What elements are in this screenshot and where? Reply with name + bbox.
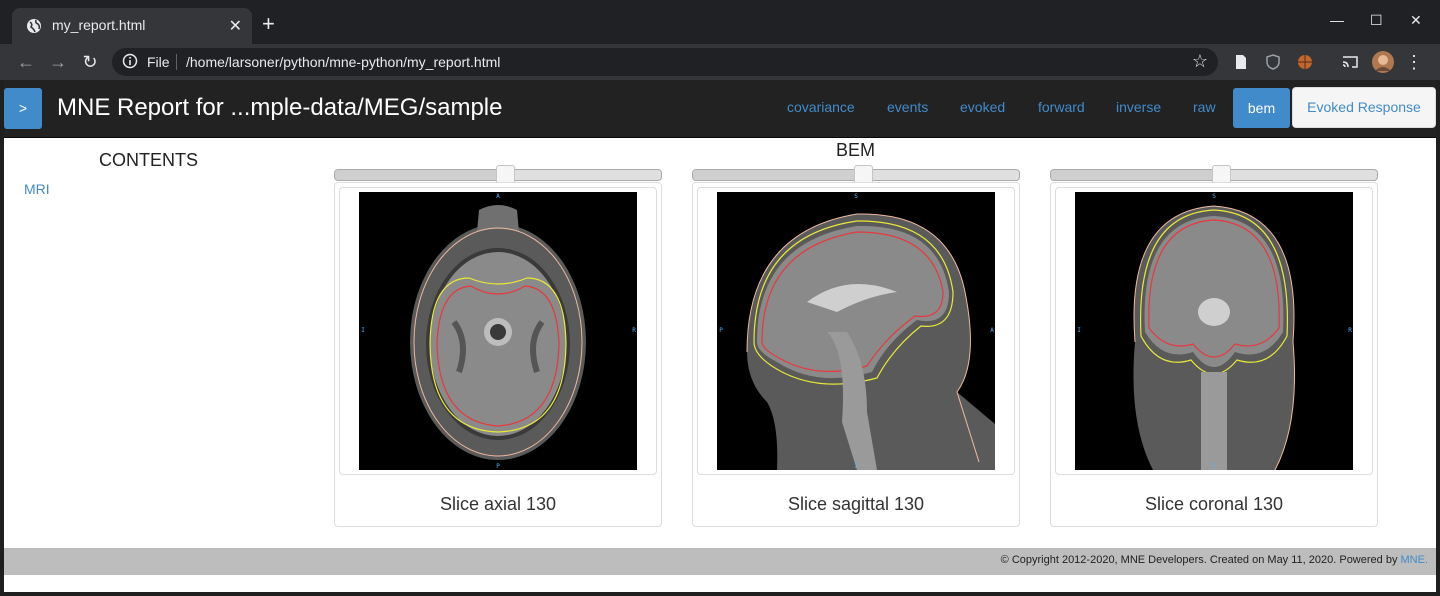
slice-caption: Slice axial 130 <box>439 494 557 514</box>
extension-ball-icon[interactable] <box>1296 53 1314 71</box>
footer-text: © Copyright 2012-2020, MNE Developers. C… <box>1001 554 1428 566</box>
menu-kebab-icon[interactable]: ⋮ <box>1403 51 1425 73</box>
orient-top: A <box>496 193 500 200</box>
info-icon[interactable] <box>122 53 138 69</box>
minimize-icon[interactable]: — <box>1330 12 1344 28</box>
section-title: BEM <box>836 140 876 160</box>
document-icon[interactable] <box>1232 53 1250 71</box>
nav-covariance[interactable]: covariance <box>787 99 855 115</box>
mri-slice-image: A P I R <box>359 192 637 470</box>
maximize-icon[interactable]: ☐ <box>1370 12 1383 29</box>
avatar[interactable] <box>1372 51 1394 73</box>
forward-icon[interactable]: → <box>47 51 69 73</box>
bem-panel-coronal: S I I R Slice coronal 130 <box>1050 182 1378 527</box>
bem-image-frame: S I P A <box>697 187 1015 475</box>
slice-caption: Slice sagittal 130 <box>787 494 925 514</box>
nav-events[interactable]: events <box>887 99 928 115</box>
nav-raw[interactable]: raw <box>1193 99 1216 115</box>
browser-toolbar: ← → ↻ File /home/larsoner/python/mne-pyt… <box>0 44 1440 80</box>
orient-bottom: I <box>854 463 858 470</box>
orient-bottom: I <box>1212 463 1216 470</box>
mri-slice-image: S I P A <box>717 192 995 470</box>
mri-slice-image: S I I R <box>1075 192 1353 470</box>
toc-item-mri[interactable]: MRI <box>24 181 50 197</box>
nav-evoked-response-button[interactable]: Evoked Response <box>1292 87 1436 128</box>
divider <box>176 54 177 70</box>
orient-left: I <box>361 327 365 334</box>
footer-copyright: © Copyright 2012-2020, MNE Developers. C… <box>1000 554 1401 566</box>
nav-inverse[interactable]: inverse <box>1116 99 1161 115</box>
address-bar[interactable]: File /home/larsoner/python/mne-python/my… <box>112 48 1218 76</box>
sidebar-toggle-button[interactable]: > <box>4 88 42 129</box>
cast-icon[interactable] <box>1341 53 1359 71</box>
new-tab-icon[interactable]: + <box>262 13 275 35</box>
bem-panel-axial: A P I R Slice axial 130 <box>334 182 662 527</box>
footer-mne-link[interactable]: MNE. <box>1401 554 1429 566</box>
toc-title: CONTENTS <box>99 150 198 170</box>
footer: © Copyright 2012-2020, MNE Developers. C… <box>4 548 1436 575</box>
browser-tab[interactable]: my_report.html ✕ <box>12 8 252 44</box>
orient-top: S <box>1212 193 1216 200</box>
bookmark-star-icon[interactable]: ☆ <box>1192 51 1208 72</box>
bem-image-frame: A P I R <box>339 187 657 475</box>
orient-right: A <box>990 327 994 334</box>
shield-icon[interactable] <box>1264 53 1282 71</box>
slider-track-fill <box>693 170 863 180</box>
bem-image-frame: S I I R <box>1055 187 1373 475</box>
scheme-label: File <box>147 54 170 70</box>
url-text[interactable]: /home/larsoner/python/mne-python/my_repo… <box>186 54 500 70</box>
orient-bottom: P <box>496 463 500 470</box>
report-navbar: > MNE Report for ...mple-data/MEG/sample… <box>4 80 1436 138</box>
slider-track-fill <box>1051 170 1221 180</box>
orient-left: I <box>1077 327 1081 334</box>
slice-caption: Slice coronal 130 <box>1144 494 1284 514</box>
slice-slider-axial[interactable] <box>334 165 662 184</box>
orient-right: R <box>1348 327 1352 334</box>
orient-top: S <box>854 193 858 200</box>
report-title: MNE Report for ...mple-data/MEG/sample <box>57 94 503 121</box>
report-page: > MNE Report for ...mple-data/MEG/sample… <box>4 80 1436 592</box>
orient-left: P <box>719 327 723 334</box>
bem-panel-sagittal: S I P A Slice sagittal 130 <box>692 182 1020 527</box>
slice-slider-coronal[interactable] <box>1050 165 1378 184</box>
nav-evoked[interactable]: evoked <box>960 99 1005 115</box>
slider-track-fill <box>335 170 505 180</box>
close-window-icon[interactable]: ✕ <box>1410 12 1422 29</box>
nav-bem[interactable]: bem <box>1233 88 1290 128</box>
globe-icon <box>27 19 41 33</box>
back-icon[interactable]: ← <box>15 51 37 73</box>
reload-icon[interactable]: ↻ <box>79 51 101 73</box>
slice-slider-sagittal[interactable] <box>692 165 1020 184</box>
tab-strip: my_report.html ✕ + — ☐ ✕ <box>0 0 1440 44</box>
nav-forward[interactable]: forward <box>1038 99 1085 115</box>
close-tab-icon[interactable]: ✕ <box>229 16 242 36</box>
orient-right: R <box>632 327 636 334</box>
tab-title: my_report.html <box>52 17 146 33</box>
